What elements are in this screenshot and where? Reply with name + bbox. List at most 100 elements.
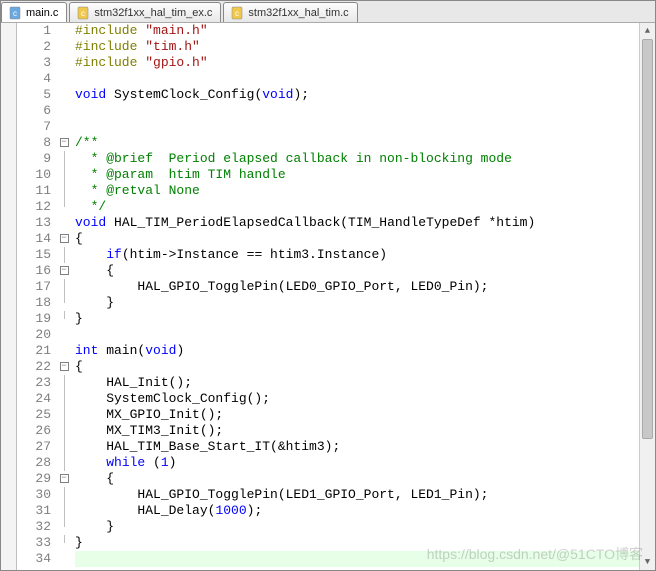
line-number: 16 [17,263,51,279]
code-line[interactable]: void HAL_TIM_PeriodElapsedCallback(TIM_H… [75,215,639,231]
fold-marker[interactable]: − [57,231,71,247]
c-file-icon: c [8,6,22,20]
line-number: 11 [17,183,51,199]
code-line[interactable]: } [75,519,639,535]
fold-marker [57,423,71,439]
scroll-down-arrow[interactable]: ▼ [640,554,655,570]
fold-marker[interactable]: − [57,263,71,279]
line-number: 19 [17,311,51,327]
fold-marker [57,39,71,55]
code-line[interactable]: * @retval None [75,183,639,199]
code-line[interactable]: { [75,471,639,487]
line-number: 23 [17,375,51,391]
fold-marker [57,183,71,199]
code-line[interactable]: * @brief Period elapsed callback in non-… [75,151,639,167]
code-line[interactable]: #include "gpio.h" [75,55,639,71]
code-line[interactable]: } [75,535,639,551]
fold-marker [57,551,71,567]
line-number: 4 [17,71,51,87]
line-number: 30 [17,487,51,503]
fold-marker [57,295,71,311]
code-line[interactable]: HAL_Init(); [75,375,639,391]
line-number: 27 [17,439,51,455]
tab-main-c[interactable]: c main.c [1,2,67,22]
code-line[interactable]: } [75,311,639,327]
line-number: 13 [17,215,51,231]
line-number: 8 [17,135,51,151]
svg-text:c: c [235,9,239,18]
fold-marker [57,407,71,423]
fold-marker [57,151,71,167]
fold-marker [57,375,71,391]
tab-label: main.c [26,7,58,19]
fold-marker [57,55,71,71]
line-number: 32 [17,519,51,535]
line-number: 34 [17,551,51,567]
code-line[interactable]: HAL_TIM_Base_Start_IT(&htim3); [75,439,639,455]
line-number: 28 [17,455,51,471]
code-line[interactable] [75,119,639,135]
tab-stm32f1xx_hal_tim_ex-c[interactable]: c stm32f1xx_hal_tim_ex.c [69,2,221,22]
editor-area: 1234567891011121314151617181920212223242… [1,23,655,570]
fold-marker [57,247,71,263]
code-line[interactable]: * @param htim TIM handle [75,167,639,183]
code-line[interactable]: #include "main.h" [75,23,639,39]
code-line[interactable]: SystemClock_Config(); [75,391,639,407]
fold-marker [57,103,71,119]
line-number: 25 [17,407,51,423]
line-number: 6 [17,103,51,119]
c-file-icon: c [76,6,90,20]
fold-marker [57,439,71,455]
fold-marker [57,119,71,135]
line-number: 2 [17,39,51,55]
code-line[interactable] [75,327,639,343]
fold-marker [57,167,71,183]
code-line[interactable]: */ [75,199,639,215]
code-line[interactable]: void SystemClock_Config(void); [75,87,639,103]
line-number: 22 [17,359,51,375]
fold-marker [57,215,71,231]
line-number: 17 [17,279,51,295]
code-line[interactable]: HAL_GPIO_TogglePin(LED1_GPIO_Port, LED1_… [75,487,639,503]
code-line[interactable]: { [75,263,639,279]
line-number: 26 [17,423,51,439]
fold-marker [57,279,71,295]
fold-marker[interactable]: − [57,359,71,375]
code-line[interactable]: MX_GPIO_Init(); [75,407,639,423]
code-line[interactable]: { [75,231,639,247]
code-line[interactable]: { [75,359,639,375]
code-line[interactable]: } [75,295,639,311]
code-line[interactable]: while (1) [75,455,639,471]
code-line[interactable] [75,551,639,567]
line-number: 15 [17,247,51,263]
code-line[interactable]: HAL_Delay(1000); [75,503,639,519]
scrollbar-thumb[interactable] [642,39,653,439]
code-line[interactable] [75,71,639,87]
tab-label: stm32f1xx_hal_tim_ex.c [94,7,212,19]
tab-label: stm32f1xx_hal_tim.c [248,7,348,19]
fold-marker[interactable]: − [57,471,71,487]
fold-marker [57,23,71,39]
fold-marker [57,311,71,327]
line-number: 7 [17,119,51,135]
code-line[interactable]: /** [75,135,639,151]
vertical-scrollbar[interactable]: ▲ ▼ [639,23,655,570]
line-number: 5 [17,87,51,103]
code-line[interactable]: HAL_GPIO_TogglePin(LED0_GPIO_Port, LED0_… [75,279,639,295]
code-line[interactable] [75,103,639,119]
line-number: 31 [17,503,51,519]
fold-marker [57,503,71,519]
code-line[interactable]: if(htim->Instance == htim3.Instance) [75,247,639,263]
scroll-up-arrow[interactable]: ▲ [640,23,655,39]
fold-marker [57,535,71,551]
code-line[interactable]: #include "tim.h" [75,39,639,55]
code-line[interactable]: MX_TIM3_Init(); [75,423,639,439]
line-number-gutter: 1234567891011121314151617181920212223242… [17,23,57,570]
fold-marker [57,519,71,535]
line-number: 29 [17,471,51,487]
tab-stm32f1xx_hal_tim-c[interactable]: c stm32f1xx_hal_tim.c [223,2,357,22]
code-line[interactable]: int main(void) [75,343,639,359]
code-content[interactable]: #include "main.h"#include "tim.h"#includ… [71,23,639,570]
line-number: 33 [17,535,51,551]
fold-marker[interactable]: − [57,135,71,151]
